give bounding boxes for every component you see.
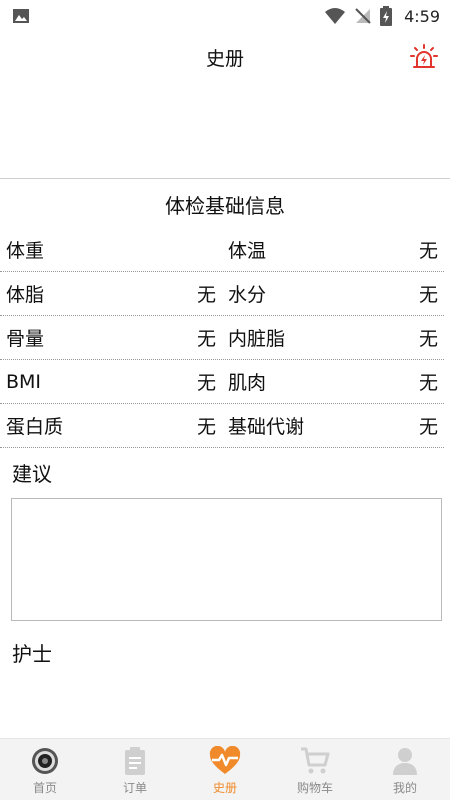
section-title: 体检基础信息 [165, 194, 285, 218]
bottom-nav: 首页 订单 史册 购物车 我的 [0, 738, 450, 800]
advice-label: 建议 [12, 462, 52, 486]
info-cell-temperature: 体温 无 [222, 228, 444, 271]
cart-icon [298, 745, 332, 777]
info-value: 无 [418, 240, 438, 262]
info-value: 无 [196, 284, 216, 306]
nav-item-home[interactable]: 首页 [0, 739, 90, 800]
info-label: BMI [6, 370, 42, 393]
info-value: 无 [196, 372, 216, 394]
home-icon [28, 745, 62, 777]
info-cell-bone-mass: 骨量 无 [0, 316, 222, 359]
info-cell-body-fat: 体脂 无 [0, 272, 222, 315]
info-label: 水分 [228, 284, 267, 306]
info-label: 内脏脂 [228, 328, 286, 350]
app-header: 史册 [0, 32, 450, 82]
info-cell-muscle: 肌肉 无 [222, 360, 444, 403]
info-value: 无 [418, 284, 438, 306]
info-cell-bmi: BMI 无 [0, 360, 222, 403]
nav-label: 购物车 [296, 781, 333, 795]
info-row: 体脂 无 水分 无 [0, 272, 444, 316]
info-cell-visceral-fat: 内脏脂 无 [222, 316, 444, 359]
heart-pulse-icon [208, 745, 242, 777]
page-title: 史册 [205, 47, 244, 70]
info-label: 体脂 [6, 284, 45, 306]
info-label: 骨量 [6, 328, 45, 350]
clipboard-icon [118, 745, 152, 777]
status-bar: 4:59 [0, 0, 450, 32]
info-label: 体温 [228, 240, 267, 262]
info-table: 体重 体温 无 体脂 无 水分 无 骨量 无 内脏脂 无 BMI 无 肌肉 无 … [0, 228, 444, 448]
info-row: 蛋白质 无 基础代谢 无 [0, 404, 444, 448]
info-cell-protein: 蛋白质 无 [0, 404, 222, 447]
image-notification-icon [13, 9, 29, 23]
divider [0, 178, 450, 179]
nav-label: 订单 [122, 781, 147, 795]
info-cell-basal-metabolism: 基础代谢 无 [222, 404, 444, 447]
user-icon [388, 745, 422, 777]
info-row: 骨量 无 内脏脂 无 [0, 316, 444, 360]
info-cell-water: 水分 无 [222, 272, 444, 315]
no-signal-icon [355, 8, 371, 24]
nav-item-profile[interactable]: 我的 [360, 739, 450, 800]
info-label: 蛋白质 [6, 416, 64, 438]
status-time: 4:59 [404, 6, 440, 26]
info-label: 体重 [6, 240, 45, 262]
info-value: 无 [196, 416, 216, 438]
nav-label: 我的 [392, 781, 417, 795]
advice-textbox[interactable] [11, 498, 442, 621]
info-label: 肌肉 [228, 372, 267, 394]
battery-icon [380, 6, 393, 26]
status-left [12, 7, 324, 25]
nav-label: 史册 [212, 781, 237, 795]
info-value: 无 [418, 372, 438, 394]
nurse-label: 护士 [12, 642, 52, 666]
nav-item-history[interactable]: 史册 [180, 739, 270, 800]
info-value: 无 [418, 416, 438, 438]
info-label: 基础代谢 [228, 416, 305, 438]
alarm-button[interactable] [410, 44, 438, 72]
info-cell-weight: 体重 [0, 228, 222, 271]
status-right: 4:59 [324, 6, 440, 26]
info-value: 无 [196, 328, 216, 350]
info-value: 无 [418, 328, 438, 350]
blank-area [0, 82, 450, 178]
info-row: BMI 无 肌肉 无 [0, 360, 444, 404]
alarm-siren-icon [410, 44, 438, 68]
nav-item-cart[interactable]: 购物车 [270, 739, 360, 800]
wifi-icon [325, 8, 346, 24]
info-row: 体重 体温 无 [0, 228, 444, 272]
nav-item-orders[interactable]: 订单 [90, 739, 180, 800]
nav-label: 首页 [32, 781, 57, 795]
